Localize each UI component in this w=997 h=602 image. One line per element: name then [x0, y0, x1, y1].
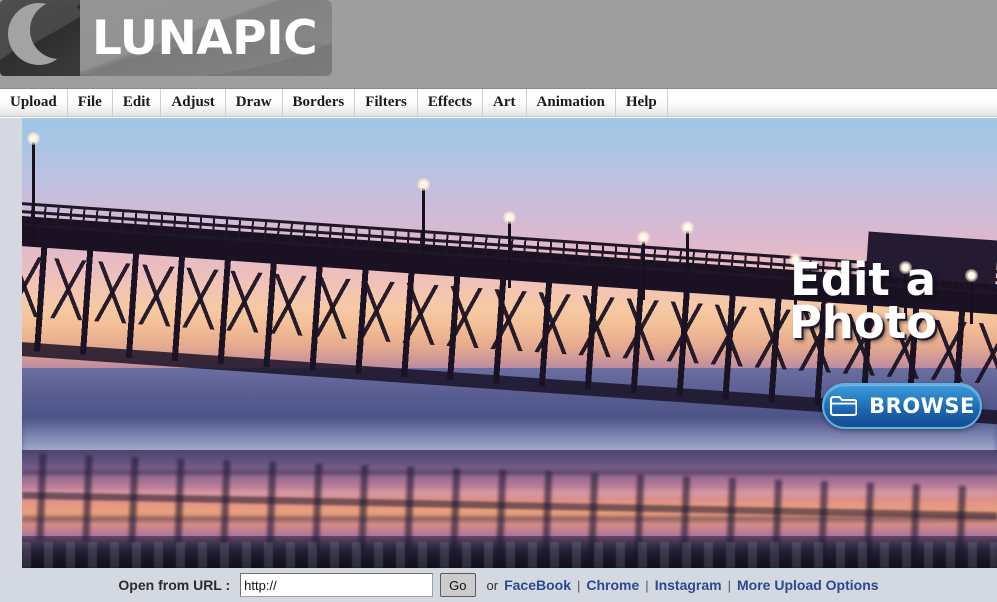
- lamp-light: [681, 221, 694, 234]
- editor-stage: Edit a Photo BROWSE: [0, 118, 997, 568]
- main-menu-bar: Upload File Edit Adjust Draw Borders Fil…: [0, 88, 997, 117]
- menu-item-effects[interactable]: Effects: [418, 89, 484, 116]
- lamp-post: [422, 186, 425, 274]
- menu-item-file[interactable]: File: [68, 89, 113, 116]
- menu-item-help[interactable]: Help: [616, 89, 668, 116]
- lamp-post: [904, 268, 907, 320]
- lamp-light: [27, 132, 40, 145]
- lamp-post: [794, 260, 797, 314]
- or-text: or: [486, 577, 499, 593]
- lamp-light: [637, 231, 650, 244]
- open-from-url-label: Open from URL :: [118, 577, 231, 593]
- chrome-link[interactable]: Chrome: [586, 577, 639, 593]
- logo-wordmark-panel: LUNAPIC: [80, 0, 332, 76]
- lamp-post: [686, 228, 689, 300]
- menu-item-adjust[interactable]: Adjust: [161, 89, 226, 116]
- browse-button-label: BROWSE: [869, 394, 975, 418]
- menu-item-animation[interactable]: Animation: [527, 89, 616, 116]
- menu-item-draw[interactable]: Draw: [226, 89, 283, 116]
- upload-bar: Open from URL : Go or FaceBook | Chrome …: [0, 568, 997, 602]
- beach-texture: [22, 542, 997, 568]
- facebook-link[interactable]: FaceBook: [504, 577, 571, 593]
- folder-icon: [830, 395, 858, 417]
- go-button[interactable]: Go: [440, 573, 476, 597]
- menu-item-art[interactable]: Art: [483, 89, 527, 116]
- menu-item-borders[interactable]: Borders: [283, 89, 356, 116]
- lamp-light: [789, 253, 802, 266]
- menu-item-filters[interactable]: Filters: [355, 89, 418, 116]
- more-upload-options-link[interactable]: More Upload Options: [737, 577, 879, 593]
- crescent-moon-icon: [0, 0, 80, 76]
- lamp-post: [970, 276, 973, 324]
- link-separator: |: [645, 577, 649, 593]
- lamp-post: [642, 238, 645, 300]
- instagram-link[interactable]: Instagram: [655, 577, 722, 593]
- app-header: LUNAPIC: [0, 0, 997, 88]
- link-separator: |: [577, 577, 581, 593]
- lamp-light: [503, 211, 516, 224]
- browse-button[interactable]: BROWSE: [822, 383, 982, 429]
- lamp-light: [417, 178, 430, 191]
- hero-photo[interactable]: Edit a Photo BROWSE: [22, 118, 997, 568]
- link-separator: |: [727, 577, 731, 593]
- lamp-post: [508, 218, 511, 288]
- lamp-light: [965, 269, 978, 282]
- moon-inner-shape: [30, 1, 80, 59]
- menu-bar-filler: [668, 89, 997, 116]
- menu-item-edit[interactable]: Edit: [113, 89, 162, 116]
- lamp-light: [899, 261, 912, 274]
- lunapic-logo[interactable]: LUNAPIC: [0, 0, 332, 76]
- url-input[interactable]: [240, 573, 434, 597]
- lamp-post: [32, 140, 35, 246]
- menu-item-upload[interactable]: Upload: [0, 89, 68, 116]
- logo-wordmark: LUNAPIC: [92, 10, 318, 66]
